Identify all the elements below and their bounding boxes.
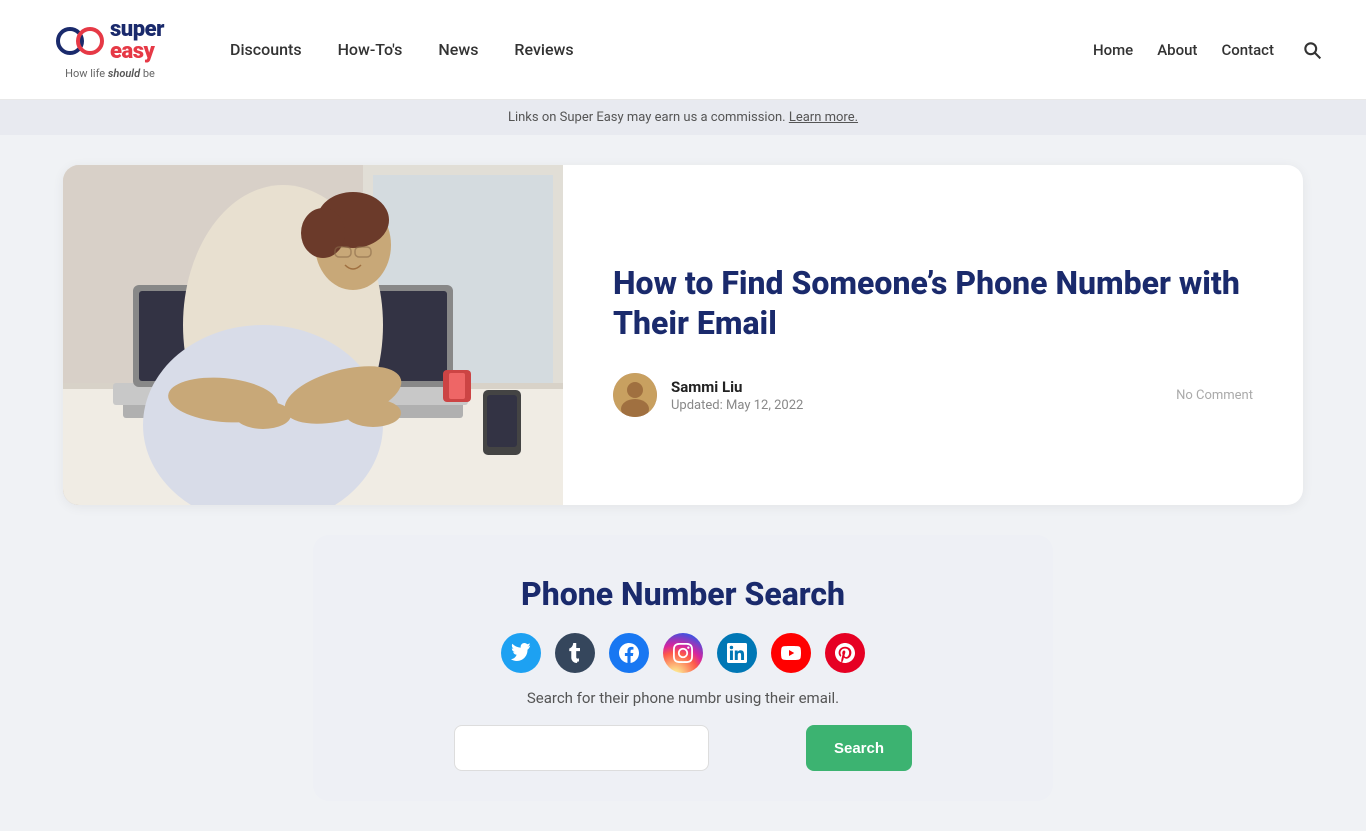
social-icon-youtube[interactable] — [771, 633, 811, 673]
search-icon — [1302, 40, 1322, 60]
search-button[interactable] — [1298, 36, 1326, 64]
social-icon-linkedin[interactable] — [717, 633, 757, 673]
header-right-nav: Home About Contact — [1093, 36, 1326, 64]
author-row: Sammi Liu Updated: May 12, 2022 No Comme… — [613, 373, 1253, 417]
author-avatar — [613, 373, 657, 417]
widget-description: Search for their phone numbr using their… — [343, 689, 1023, 707]
article-content: How to Find Someone’s Phone Number with … — [563, 165, 1303, 505]
article-card: How to Find Someone’s Phone Number with … — [63, 165, 1303, 505]
logo-easy: easy — [110, 41, 164, 63]
page-content: How to Find Someone’s Phone Number with … — [33, 165, 1333, 801]
widget-section: Phone Number Search — [63, 535, 1303, 801]
no-comment-label: No Comment — [1176, 388, 1253, 403]
article-image — [63, 165, 563, 505]
social-icon-tumblr[interactable] — [555, 633, 595, 673]
nav-discounts[interactable]: Discounts — [230, 40, 302, 59]
social-icons-row — [343, 633, 1023, 673]
social-icon-pinterest[interactable] — [825, 633, 865, 673]
nav-howtos[interactable]: How-To's — [338, 40, 403, 59]
nav-contact[interactable]: Contact — [1221, 41, 1274, 59]
affiliate-text: Links on Super Easy may earn us a commis… — [508, 110, 789, 125]
widget-search-row: 🔍 Search — [343, 725, 1023, 771]
author-name: Sammi Liu — [671, 378, 1162, 396]
hero-svg — [63, 165, 563, 505]
nav-reviews[interactable]: Reviews — [514, 40, 573, 59]
search-submit-button[interactable]: Search — [806, 725, 912, 771]
logo-tagline: How life should be — [65, 67, 155, 80]
nav-about[interactable]: About — [1157, 41, 1197, 59]
social-icon-facebook[interactable] — [609, 633, 649, 673]
phone-search-input[interactable] — [454, 725, 709, 771]
article-hero-image — [63, 165, 563, 505]
logo-super: super — [110, 19, 164, 41]
nav-news[interactable]: News — [438, 40, 478, 59]
social-icon-twitter[interactable] — [501, 633, 541, 673]
widget-box: Phone Number Search — [313, 535, 1053, 801]
article-title: How to Find Someone’s Phone Number with … — [613, 263, 1253, 343]
affiliate-bar: Links on Super Easy may earn us a commis… — [0, 100, 1366, 135]
logo-tagline-emphasis: should — [108, 67, 140, 80]
logo-circle-red — [76, 27, 104, 55]
search-input-wrapper: 🔍 — [454, 725, 794, 771]
social-icon-instagram[interactable] — [663, 633, 703, 673]
logo[interactable]: super easy How life should be — [40, 19, 180, 80]
author-info: Sammi Liu Updated: May 12, 2022 — [671, 378, 1162, 413]
widget-title: Phone Number Search — [343, 575, 1023, 613]
affiliate-link[interactable]: Learn more. — [789, 110, 858, 125]
main-nav: Discounts How-To's News Reviews — [230, 40, 1093, 59]
author-date: Updated: May 12, 2022 — [671, 398, 1162, 413]
nav-home[interactable]: Home — [1093, 41, 1133, 59]
site-header: super easy How life should be Discounts … — [0, 0, 1366, 100]
